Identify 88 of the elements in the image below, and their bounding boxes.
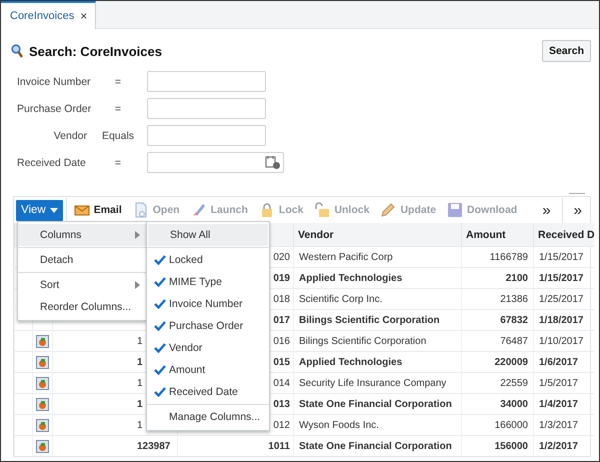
table-cell: 014 bbox=[273, 378, 290, 388]
document-tab[interactable]: CoreInvoices × bbox=[1, 1, 96, 29]
search-title: Search: CoreInvoices bbox=[29, 44, 162, 58]
field-label: Invoice Number bbox=[17, 76, 91, 88]
table-cell: Security Life Insurance Company bbox=[299, 378, 446, 388]
table-cell: 1011 bbox=[268, 440, 290, 452]
open-padlock-icon bbox=[314, 202, 330, 218]
search-button[interactable]: Search bbox=[542, 40, 591, 62]
table-cell: 016 bbox=[273, 336, 290, 346]
table-cell: 1/6/2017 bbox=[539, 356, 578, 368]
table-cell: 1 bbox=[137, 336, 143, 346]
table-cell: State One Financial Corporation bbox=[299, 440, 452, 452]
table-cell: 1/25/2017 bbox=[539, 294, 584, 304]
table-cell: Bilings Scientific Corporation bbox=[299, 314, 440, 326]
table-cell: 1 bbox=[137, 420, 143, 430]
menu-item[interactable]: Sort bbox=[18, 274, 146, 296]
menu-item[interactable]: MIME Type bbox=[147, 271, 269, 293]
view-menu-button[interactable]: View bbox=[16, 200, 63, 220]
field-label: Purchase Order bbox=[17, 102, 92, 114]
operator-label: = bbox=[114, 156, 122, 168]
table-cell: Bilings Scientific Corporation bbox=[299, 336, 426, 346]
field-label: Received Date bbox=[17, 156, 86, 168]
overflow-button[interactable]: » bbox=[566, 202, 590, 218]
table-cell: 220009 bbox=[494, 356, 528, 368]
table-cell: Western Pacific Corp bbox=[299, 252, 393, 262]
table-cell: 1166789 bbox=[490, 252, 528, 262]
table-cell: 1/10/2017 bbox=[539, 336, 584, 346]
table-cell: 156000 bbox=[494, 440, 528, 452]
operator-label: = bbox=[114, 102, 122, 114]
table-cell: 1/15/2017 bbox=[539, 252, 584, 262]
table-cell: 67832 bbox=[500, 314, 528, 326]
table-cell: Scientific Corp Inc. bbox=[299, 294, 382, 304]
table-cell: 020 bbox=[273, 252, 290, 262]
menu-item[interactable]: Reorder Columns... bbox=[18, 296, 146, 318]
column-header[interactable]: Vendor bbox=[294, 223, 462, 246]
menu-item[interactable]: Manage Columns... bbox=[147, 406, 269, 428]
menu-item[interactable]: Locked bbox=[147, 249, 269, 271]
table-cell: 1/18/2017 bbox=[539, 314, 584, 326]
menu-item[interactable]: Invoice Number bbox=[147, 293, 269, 315]
table-cell: 013 bbox=[273, 398, 290, 410]
table-cell: 2100 bbox=[506, 272, 528, 284]
date-field[interactable] bbox=[147, 152, 284, 173]
table-cell: Applied Technologies bbox=[299, 272, 402, 284]
input-field[interactable] bbox=[147, 125, 266, 146]
menu-item[interactable]: Vendor bbox=[147, 337, 269, 359]
table-cell: 34000 bbox=[500, 398, 528, 410]
column-header[interactable]: Received D bbox=[534, 223, 594, 246]
field-label: Vendor bbox=[54, 130, 87, 142]
document-icon bbox=[132, 202, 149, 218]
operator-label: Equals bbox=[102, 130, 134, 142]
table-cell: 1 bbox=[137, 356, 143, 368]
table-cell: 017 bbox=[273, 314, 290, 326]
table-cell: Wyson Foods Inc. bbox=[299, 420, 379, 430]
table-cell: 21386 bbox=[500, 294, 528, 304]
menu-item[interactable]: Show All bbox=[148, 224, 268, 246]
table-cell: 012 bbox=[273, 420, 290, 430]
close-icon[interactable]: × bbox=[80, 9, 88, 23]
table-cell: Applied Technologies bbox=[299, 356, 402, 368]
input-field[interactable] bbox=[147, 71, 266, 92]
table-cell: 1 bbox=[137, 398, 143, 410]
table-cell: 015 bbox=[273, 356, 290, 368]
menu-item[interactable]: Columns bbox=[18, 224, 146, 246]
table-cell: 22559 bbox=[500, 378, 528, 388]
table-cell: State One Financial Corporation bbox=[299, 398, 452, 410]
pencil-icon bbox=[380, 202, 396, 218]
table-cell: 1 bbox=[137, 378, 143, 388]
column-header[interactable]: Amount bbox=[462, 223, 534, 246]
menu-item[interactable]: Detach bbox=[18, 249, 146, 271]
table-cell: 1/2/2017 bbox=[539, 440, 578, 452]
table-cell: 1/4/2017 bbox=[539, 398, 578, 410]
menu-item[interactable]: Received Date bbox=[147, 381, 269, 403]
input-field[interactable] bbox=[147, 98, 266, 119]
caret-icon bbox=[50, 208, 58, 212]
table-cell: 018 bbox=[273, 294, 290, 304]
table-cell: 123987 bbox=[137, 440, 170, 452]
table-cell: 1/5/2017 bbox=[539, 378, 578, 388]
table-cell: 1/3/2017 bbox=[539, 420, 578, 430]
operator-label: = bbox=[114, 76, 122, 88]
calendar-icon[interactable] bbox=[265, 155, 281, 170]
table-cell: 166000 bbox=[494, 420, 528, 430]
table-cell: 1/15/2017 bbox=[539, 272, 584, 284]
table-cell: 019 bbox=[273, 272, 290, 284]
search-icon bbox=[11, 44, 23, 58]
overflow-button[interactable]: » bbox=[534, 202, 559, 218]
toolbar-button[interactable]: Email bbox=[70, 202, 126, 218]
menu-item[interactable]: Purchase Order bbox=[147, 315, 269, 337]
menu-item[interactable]: Amount bbox=[147, 359, 269, 381]
table-cell: 76487 bbox=[500, 336, 528, 346]
